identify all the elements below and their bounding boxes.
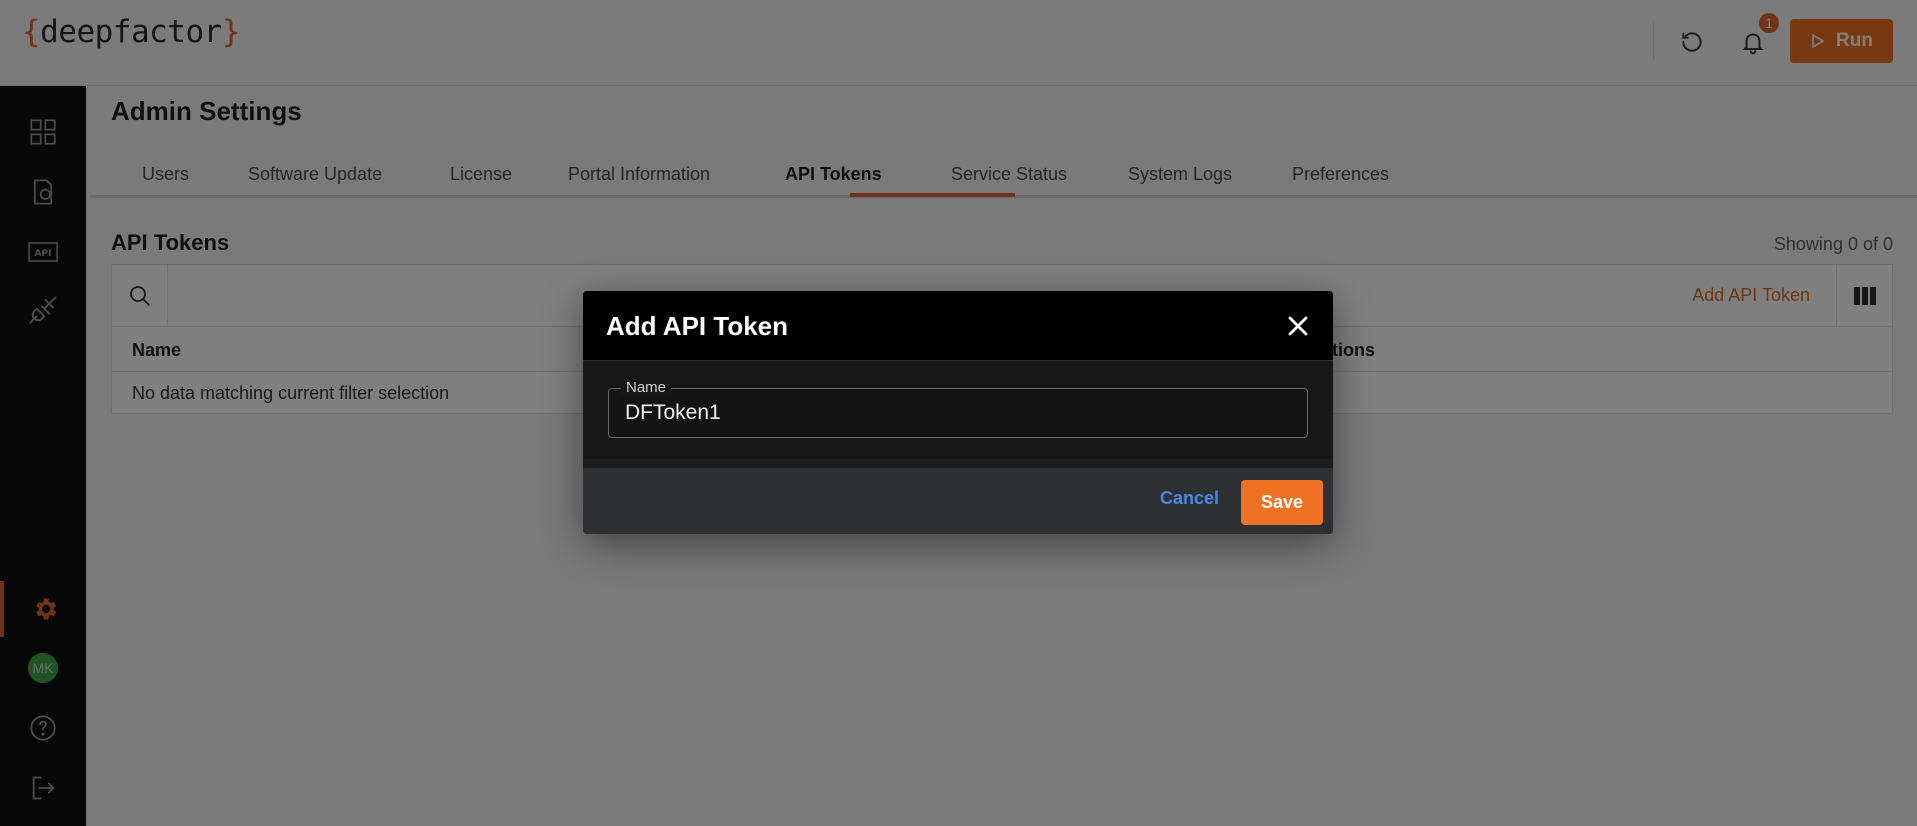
dialog-body: Name xyxy=(583,361,1333,459)
name-input[interactable] xyxy=(625,400,1285,426)
name-field-label: Name xyxy=(621,379,672,396)
name-field: Name xyxy=(608,379,1308,438)
dialog-header: Add API Token xyxy=(583,291,1333,361)
cancel-button[interactable]: Cancel xyxy=(1160,488,1219,509)
close-icon xyxy=(1288,316,1308,336)
add-api-token-dialog: Add API Token Name Cancel Save xyxy=(583,291,1333,534)
save-button[interactable]: Save xyxy=(1241,480,1323,525)
close-button[interactable] xyxy=(1283,311,1313,341)
dialog-title: Add API Token xyxy=(606,311,788,341)
dialog-footer: Cancel Save xyxy=(583,468,1333,534)
